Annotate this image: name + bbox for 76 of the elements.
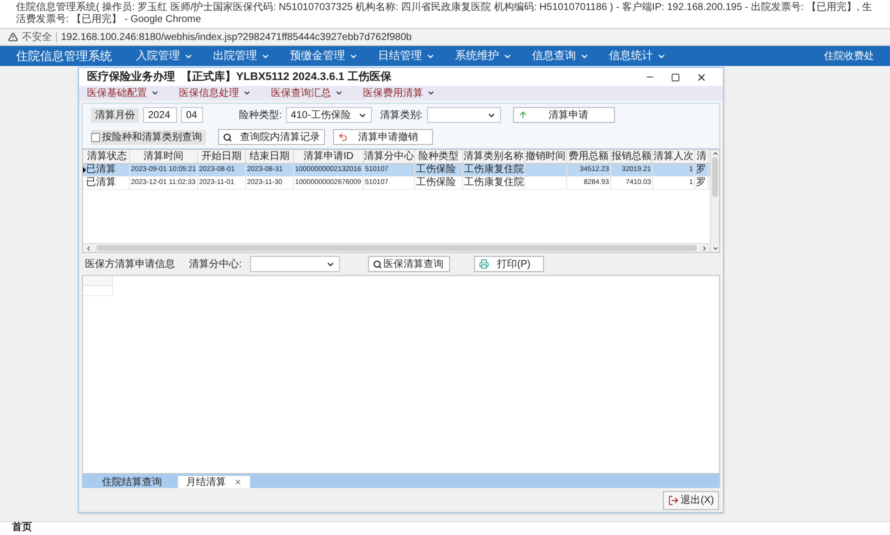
search-icon	[372, 260, 382, 268]
caret-icon	[427, 89, 435, 97]
scroll-right-icon[interactable]	[701, 244, 708, 252]
scroll-up-icon[interactable]	[712, 150, 718, 157]
menu-item[interactable]: 医保信息处理	[179, 86, 251, 100]
nav-menu-item[interactable]: 信息统计	[609, 48, 666, 64]
printer-icon	[478, 259, 489, 269]
scroll-down-icon[interactable]	[712, 245, 718, 252]
caret-icon	[335, 89, 343, 97]
scroll-left-icon[interactable]	[85, 244, 92, 252]
app-title: 住院信息管理系统	[16, 48, 112, 65]
section-label: 医保方清算申请信息	[85, 258, 176, 272]
browser-title-bar: 住院信息管理系统( 操作员: 罗玉红 医师/护士国家医保代码: N510107037325 机构名称: 四川省民政康复医院 机构编码: H51010701186 ) - 客户端IP: 192.168.200.195 - 出院发票号: 【已用完】, 生活费发票号: 【已用完】 - Google Chrome	[0, 0, 890, 29]
query-button[interactable]: 查询院内清算记录	[218, 129, 325, 145]
close-icon[interactable]	[696, 72, 707, 82]
undo-icon	[338, 132, 348, 142]
tab[interactable]: 住院结算查询	[94, 476, 170, 488]
url-text: 192.168.100.246:8180/webhis/index.jsp?2982471ff85444c3927ebb7d762f980b	[61, 30, 412, 44]
year-select[interactable]: 2024	[143, 107, 177, 123]
exit-button[interactable]: 退出(X)	[662, 490, 719, 510]
table-cell: 工伤保险	[416, 164, 456, 175]
nav-menu-item[interactable]: 日结管理	[378, 48, 435, 64]
nav-menu-item[interactable]: 入院管理	[136, 48, 193, 64]
month-select[interactable]: 04	[181, 107, 203, 123]
apply-button[interactable]: 清算申请	[512, 107, 615, 123]
insurance-label: 险种类型:	[239, 108, 282, 122]
row-pointer-icon	[83, 167, 86, 173]
insurance-select[interactable]: 410-工伤保险	[286, 107, 372, 123]
column-header[interactable]: 清	[695, 150, 709, 163]
table-cell: 罗	[696, 177, 706, 188]
revoke-button[interactable]: 清算申请撤销	[333, 129, 433, 145]
nav-menu-item[interactable]: 信息查询	[532, 48, 589, 64]
caret-icon	[243, 89, 251, 97]
column-header[interactable]: 清算状态	[85, 150, 130, 163]
caret-icon	[151, 89, 159, 97]
category-label: 清算类别:	[380, 108, 423, 122]
month-label: 清算月份	[91, 108, 139, 122]
dialog-title: 医疗保险业务办理 【正式库】YLBX5112 2024.3.6.1 工伤医保	[87, 70, 392, 85]
table-cell: 已清算	[86, 164, 116, 175]
column-header[interactable]: 清算时间	[130, 150, 198, 163]
center-label: 清算分中心:	[189, 258, 242, 272]
column-header[interactable]: 险种类型	[415, 150, 463, 163]
nav-menu-item[interactable]: 预缴金管理	[290, 48, 358, 64]
home-tab[interactable]: 首页	[8, 520, 36, 535]
arrow-up-icon	[518, 110, 528, 120]
query-checkbox[interactable]: 按险种和清算类别查询	[91, 130, 206, 144]
warning-icon	[8, 32, 18, 42]
maximize-icon[interactable]	[671, 72, 680, 82]
column-header[interactable]: 结束日期	[246, 150, 294, 163]
column-header[interactable]: 开始日期	[198, 150, 246, 163]
nav-menu-item[interactable]: 系统维护	[455, 48, 512, 64]
horizontal-scrollbar[interactable]	[83, 243, 710, 252]
location-label: 住院收费处	[824, 50, 874, 64]
insurance-query-button[interactable]: 医保清算查询	[368, 256, 450, 272]
vertical-scrollbar[interactable]	[710, 150, 719, 252]
print-button[interactable]: 打印(P)	[474, 256, 544, 272]
menu-item[interactable]: 医保费用清算	[363, 86, 435, 100]
table-cell: 罗	[696, 164, 706, 175]
address-bar[interactable]: 不安全 192.168.100.246:8180/webhis/index.jsp?2982471ff85444c3927ebb7d762f980b	[0, 29, 890, 46]
close-tab-icon[interactable]	[234, 478, 242, 486]
menu-item[interactable]: 医保基础配置	[87, 86, 159, 100]
menu-item[interactable]: 医保查询汇总	[271, 86, 343, 100]
exit-icon	[668, 494, 679, 506]
search-icon	[223, 132, 232, 142]
security-label: 不安全	[22, 30, 52, 44]
table-cell: 已清算	[86, 177, 116, 188]
column-header[interactable]: 清算人次	[653, 150, 695, 163]
column-header[interactable]: 费用总额	[567, 150, 611, 163]
column-header[interactable]: 清算申请ID	[294, 150, 364, 163]
column-header[interactable]: 清算分中心	[364, 150, 415, 163]
tab[interactable]: 月结清算	[178, 476, 250, 488]
column-header[interactable]: 清算类别名称	[463, 150, 525, 163]
table-cell: 工伤保险	[416, 177, 456, 188]
nav-menu-item[interactable]: 出院管理	[213, 48, 270, 64]
column-header[interactable]: 撤销时间	[525, 150, 567, 163]
column-header[interactable]: 报销总额	[611, 150, 653, 163]
